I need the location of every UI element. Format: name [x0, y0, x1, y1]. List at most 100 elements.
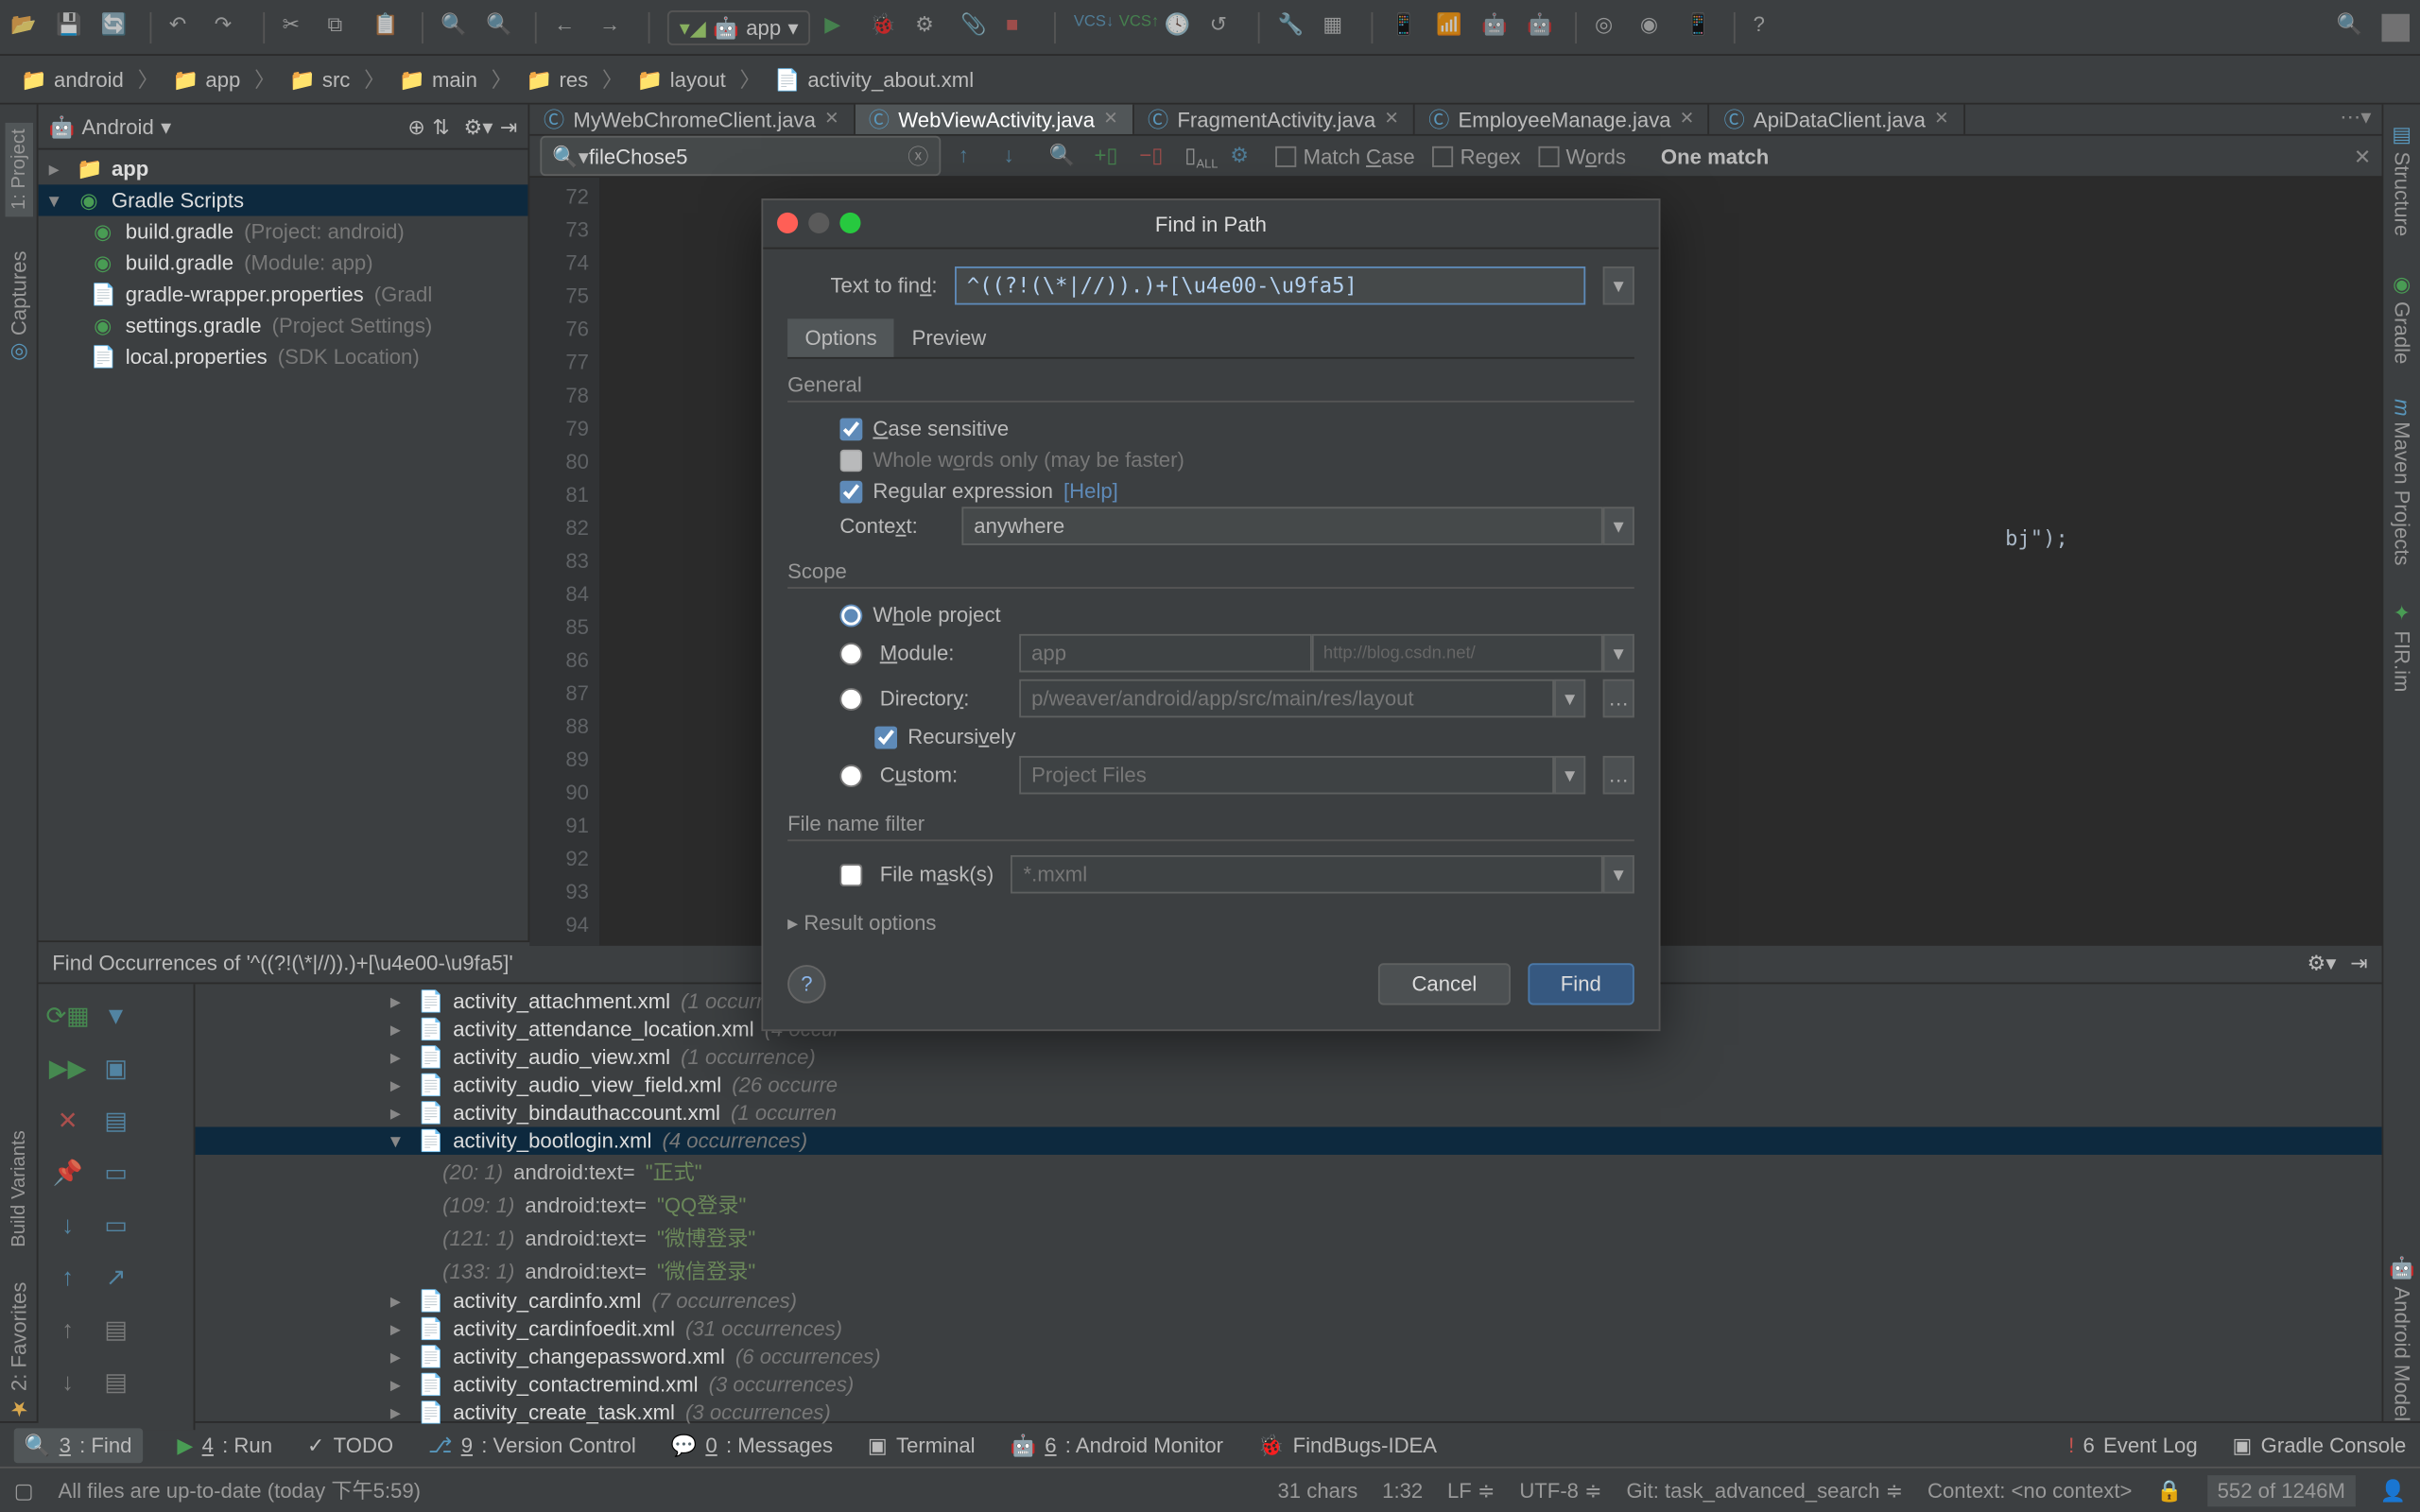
sdk-icon[interactable]: 📱: [1391, 11, 1422, 43]
tw-todo[interactable]: ✓ TODO: [307, 1433, 393, 1457]
tw-vcs[interactable]: ⎇ 9: Version Control: [428, 1433, 636, 1457]
filemask-option[interactable]: File mask(s) ▾: [787, 851, 1634, 897]
pin-icon[interactable]: 📌: [45, 1148, 90, 1197]
paste-icon[interactable]: 📋: [372, 11, 404, 43]
add-selection-icon[interactable]: +▯: [1094, 142, 1121, 169]
plugin-icon[interactable]: ◉: [1640, 11, 1671, 43]
tree-gradle-scripts[interactable]: ▾◉Gradle Scripts: [39, 184, 528, 215]
remove-selection-icon[interactable]: −▯: [1139, 142, 1167, 169]
tab-gradle[interactable]: ◉ Gradle: [2390, 271, 2414, 364]
context-combo[interactable]: ▾: [961, 507, 1634, 545]
tw-find[interactable]: 🔍 3: Find: [14, 1427, 143, 1462]
editor-tab[interactable]: ⒸEmployeeManage.java✕: [1414, 105, 1709, 134]
run-config-selector[interactable]: ▾◢ 🤖 app ▾: [667, 9, 811, 44]
crumb[interactable]: 📁app: [165, 63, 248, 94]
crumb[interactable]: 📁src: [283, 63, 357, 94]
find-result-line[interactable]: (20: 1) android:text="正式": [195, 1155, 2381, 1188]
target-icon[interactable]: ⊕: [407, 114, 425, 139]
tab-firim[interactable]: ✦ FIR.im: [2390, 600, 2414, 692]
history-dropdown-icon[interactable]: ▾: [1603, 266, 1634, 305]
close-icon[interactable]: ✕: [1934, 110, 1948, 129]
close-traffic-icon[interactable]: [777, 213, 798, 233]
sort-icon[interactable]: ▤: [94, 1304, 138, 1353]
regex-option[interactable]: Regex: [1432, 144, 1520, 168]
tw-event-log[interactable]: !6 Event Log: [2068, 1433, 2198, 1457]
find-results-tree[interactable]: ▸📄activity_attachment.xml (1 occurrence)…: [195, 984, 2381, 1430]
close-icon[interactable]: ✕: [1384, 110, 1398, 129]
redo-icon[interactable]: ↷: [215, 11, 246, 43]
close-icon[interactable]: ✕: [1680, 110, 1694, 129]
tab-favorites[interactable]: ★ 2: Favorites: [6, 1282, 30, 1421]
run-icon[interactable]: ▶: [824, 11, 856, 43]
browse-icon[interactable]: …: [1603, 679, 1634, 718]
plugin-icon[interactable]: 📱: [1685, 11, 1717, 43]
cut-icon[interactable]: ✂: [283, 11, 314, 43]
find-result-file[interactable]: ▸📄activity_changepassword.xml (6 occurre…: [195, 1343, 2381, 1370]
plugin-icon[interactable]: ◎: [1595, 11, 1626, 43]
user-icon[interactable]: [2382, 13, 2410, 41]
revert-icon[interactable]: ↺: [1210, 11, 1241, 43]
gear-icon[interactable]: ⚙▾: [2308, 950, 2337, 974]
whole-words-option[interactable]: Whole words only (may be faster): [787, 444, 1634, 475]
match-case-option[interactable]: Match Case: [1275, 144, 1415, 168]
scope-custom[interactable]: Custom: ▾ …: [787, 752, 1634, 798]
toggle-toolwin-icon[interactable]: ▢: [14, 1478, 34, 1503]
find-result-file[interactable]: ▸📄activity_bindauthaccount.xml (1 occurr…: [195, 1099, 2381, 1126]
close-icon[interactable]: ✕: [1103, 110, 1117, 129]
status-enc[interactable]: UTF-8 ≑: [1519, 1478, 1601, 1503]
dialog-titlebar[interactable]: Find in Path: [763, 200, 1658, 249]
status-le[interactable]: LF ≑: [1447, 1478, 1495, 1503]
export-icon[interactable]: ↗: [94, 1252, 138, 1301]
run-icon[interactable]: ▶▶: [45, 1043, 90, 1092]
filter-icon[interactable]: ▼: [94, 991, 138, 1040]
undo-icon[interactable]: ↶: [169, 11, 200, 43]
regex-help-link[interactable]: [Help]: [1063, 479, 1118, 504]
minimize-traffic-icon[interactable]: [808, 213, 829, 233]
settings-icon[interactable]: 🔧: [1278, 11, 1309, 43]
tree-item[interactable]: ◉build.gradle (Project: android): [39, 216, 528, 248]
hide-icon[interactable]: ⇥: [2350, 950, 2368, 974]
expand-icon[interactable]: ↓: [45, 1357, 90, 1406]
find-result-line[interactable]: (109: 1) android:text="QQ登录": [195, 1188, 2381, 1221]
tree-item[interactable]: 📄gradle-wrapper.properties (Gradl: [39, 279, 528, 310]
up-icon[interactable]: ↑: [45, 1252, 90, 1301]
project-view-label[interactable]: Android: [82, 114, 154, 139]
search-everywhere-icon[interactable]: 🔍: [2337, 11, 2368, 43]
crumb[interactable]: 📄activity_about.xml: [768, 63, 980, 94]
stop-icon[interactable]: ■: [1006, 11, 1037, 43]
tab-project[interactable]: 1: Project: [5, 122, 32, 216]
flat-icon[interactable]: ▤: [94, 1095, 138, 1144]
editor-tab[interactable]: ⒸApiDataClient.java✕: [1710, 105, 1964, 134]
tw-gradle-console[interactable]: ▣ Gradle Console: [2233, 1433, 2407, 1457]
tw-findbugs[interactable]: 🐞 FindBugs-IDEA: [1258, 1433, 1437, 1457]
rerun-icon[interactable]: ⟳▦: [45, 991, 90, 1040]
zoom-traffic-icon[interactable]: [839, 213, 860, 233]
vcs-commit-icon[interactable]: VCS↑: [1119, 11, 1150, 43]
status-git[interactable]: Git: task_advanced_search ≑: [1626, 1478, 1903, 1503]
tab-structure[interactable]: ▤ Structure: [2390, 122, 2414, 236]
open-icon[interactable]: 📂: [10, 11, 42, 43]
scope-directory[interactable]: Directory: ▾ …: [787, 676, 1634, 721]
status-pos[interactable]: 1:32: [1382, 1478, 1423, 1503]
close-icon[interactable]: ✕: [824, 110, 838, 129]
lock-icon[interactable]: 🔒: [2156, 1478, 2183, 1503]
status-context[interactable]: Context: <no context>: [1927, 1478, 2132, 1503]
prev-icon[interactable]: ↑: [959, 142, 986, 169]
merge-icon[interactable]: ▭: [94, 1200, 138, 1249]
find-result-file[interactable]: ▾📄activity_bootlogin.xml (4 occurrences): [195, 1126, 2381, 1154]
tw-run[interactable]: ▶ 4: Run: [177, 1433, 272, 1457]
tab-android-model[interactable]: 🤖 Android Model: [2390, 1256, 2414, 1421]
tab-maven[interactable]: m Maven Projects: [2390, 399, 2414, 566]
words-option[interactable]: Words: [1538, 144, 1626, 168]
text-to-find-input[interactable]: [955, 266, 1585, 305]
history-icon[interactable]: 🕓: [1165, 11, 1196, 43]
stop-icon[interactable]: ✕: [45, 1095, 90, 1144]
gear-icon[interactable]: ⚙▾: [464, 114, 493, 139]
help-icon[interactable]: ?: [1754, 11, 1785, 43]
help-button[interactable]: ?: [787, 965, 826, 1004]
tw-messages[interactable]: 💬 0: Messages: [671, 1433, 833, 1457]
tw-terminal[interactable]: ▣ Terminal: [868, 1433, 976, 1457]
find-result-file[interactable]: ▸📄activity_audio_view.xml (1 occurrence): [195, 1043, 2381, 1071]
attach-icon[interactable]: 📎: [960, 11, 992, 43]
gear-icon[interactable]: ⚙: [1230, 142, 1257, 169]
